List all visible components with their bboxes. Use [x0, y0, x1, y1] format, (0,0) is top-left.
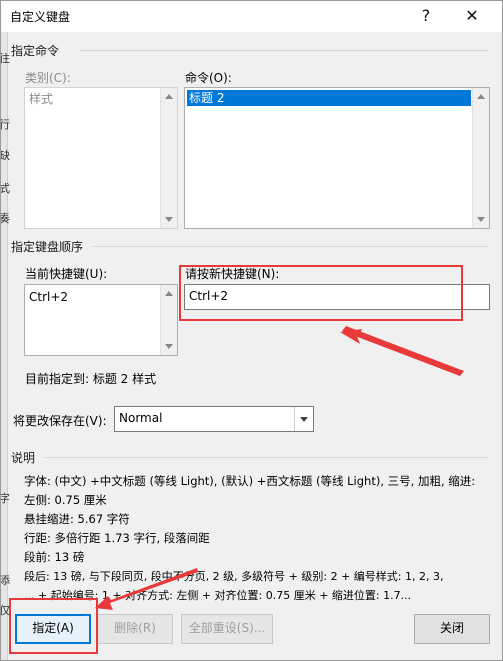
description-line: 段后: 13 磅, 与下段同页, 段中不分页, 2 级, 多级符号 + 级别: …	[24, 570, 444, 583]
description-line: 行距: 多倍行距 1.73 字行, 段落间距	[24, 531, 210, 545]
edge-char: 字	[0, 492, 10, 505]
dropdown-button[interactable]	[294, 407, 313, 431]
commands-label: 命令(O):	[185, 71, 232, 85]
question-mark-icon: ?	[421, 6, 431, 25]
edge-char: 行	[0, 118, 10, 131]
chevron-down-icon	[300, 417, 308, 422]
help-button[interactable]: ?	[404, 0, 448, 32]
scroll-down-icon[interactable]	[165, 344, 173, 349]
description-line: 字体: (中文) +中文标题 (等线 Light), (默认) +西文标题 (等…	[24, 474, 476, 488]
category-label: 类别(C):	[25, 71, 71, 85]
edge-char: 奏	[0, 212, 10, 225]
category-listbox[interactable]: 样式	[24, 87, 178, 229]
edge-char: 缺	[0, 149, 10, 162]
scroll-up-icon[interactable]	[477, 94, 485, 99]
edge-char: 式	[0, 182, 10, 195]
section-description: 说明	[11, 451, 36, 465]
list-item-selected[interactable]: 标题 2	[187, 90, 471, 106]
description-line: 悬挂缩进: 5.67 字符	[24, 512, 130, 526]
description-line: 段前: 13 磅	[24, 550, 85, 564]
background-window-edge: 往 行 缺 式 奏 字 添 仅	[0, 32, 10, 661]
reset-all-button[interactable]: 全部重设(S)...	[181, 614, 273, 644]
close-window-button[interactable]: ✕	[450, 0, 494, 32]
window-title: 自定义键盘	[10, 10, 71, 24]
section-key-sequence: 指定键盘顺序	[11, 240, 84, 254]
annotation-highlight-box	[9, 598, 98, 654]
list-item[interactable]: 样式	[27, 91, 159, 107]
scroll-down-icon[interactable]	[165, 217, 173, 222]
annotation-arrow-icon	[342, 326, 464, 376]
close-button[interactable]: 关闭	[414, 614, 490, 644]
scroll-up-icon[interactable]	[165, 291, 173, 296]
scrollbar[interactable]	[472, 88, 489, 228]
annotation-highlight-box	[179, 265, 463, 321]
separator	[92, 246, 488, 247]
current-keys-listbox[interactable]: Ctrl+2	[24, 284, 178, 356]
scroll-down-icon[interactable]	[477, 217, 485, 222]
assigned-to-text: 目前指定到: 标题 2 样式	[25, 372, 157, 386]
remove-button[interactable]: 删除(R)	[97, 614, 173, 644]
save-in-label: 将更改保存在(V):	[13, 414, 107, 428]
edge-char: 添	[0, 574, 10, 587]
commands-listbox[interactable]: 标题 2	[184, 87, 490, 229]
separator	[44, 457, 488, 458]
current-keys-label: 当前快捷键(U):	[25, 267, 108, 281]
list-item[interactable]: Ctrl+2	[27, 289, 159, 305]
section-assign-command: 指定命令	[11, 44, 60, 58]
separator	[80, 50, 488, 51]
scrollbar[interactable]	[160, 285, 177, 355]
annotation-arrow-icon	[340, 329, 462, 374]
save-in-value: Normal	[119, 411, 163, 425]
description-line: 左侧: 0.75 厘米	[24, 493, 107, 507]
save-in-select[interactable]: Normal	[114, 406, 314, 432]
scroll-up-icon[interactable]	[165, 94, 173, 99]
close-icon: ✕	[465, 6, 479, 25]
edge-char: 往	[0, 52, 10, 65]
scrollbar[interactable]	[160, 88, 177, 228]
